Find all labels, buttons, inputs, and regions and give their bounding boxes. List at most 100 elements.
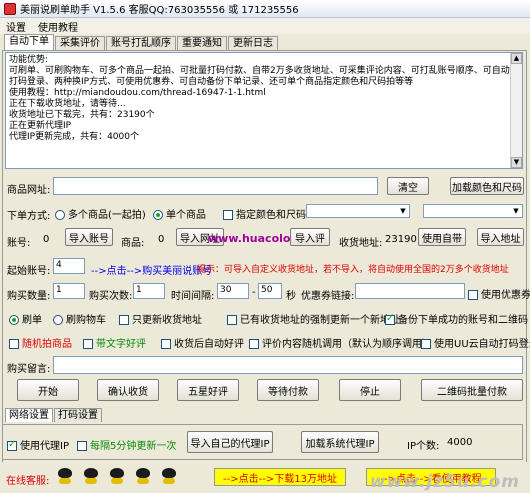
checkbox-icon — [468, 290, 478, 300]
confirm-receipt-button[interactable]: 确认收货 — [97, 379, 159, 401]
log-line: 可刷单、可刷购物车、可多个商品一起拍、可批量打码付款、自带2万多收货地址、可采集… — [9, 66, 510, 76]
quantity-label: 购买数量: — [7, 291, 51, 302]
use-builtin-address-button[interactable]: 使用自带 — [418, 228, 466, 246]
chevron-down-icon: ▼ — [510, 205, 522, 217]
start-account-label: 起始账号: — [7, 266, 51, 277]
ip-count-value: 4000 — [447, 437, 473, 448]
interval-from-input[interactable]: 30 — [217, 283, 249, 299]
network-settings-panel: 使用代理IP 每隔5分钟更新一次 导入自己的代理IP 加载系统代理IP IP个数… — [2, 424, 523, 460]
checkbox-icon — [83, 339, 93, 349]
checkbox-icon — [9, 339, 19, 349]
import-own-proxy-button[interactable]: 导入自己的代理IP — [187, 431, 273, 453]
color-size-check[interactable]: 指定颜色和尺码: — [223, 206, 309, 221]
log-line: 正在下载收货地址，请等待... — [9, 99, 126, 109]
message-label: 购买留言: — [7, 364, 51, 375]
app-icon — [4, 2, 16, 15]
checkbox-icon — [223, 210, 233, 220]
tab-changelog[interactable]: 更新日志 — [228, 36, 278, 50]
window-title: 美丽说刷单助手 V1.5.6 客服QQ:763035556 或 17123555… — [20, 5, 299, 16]
interval-label: 时间间隔: — [171, 291, 215, 302]
times-input[interactable]: 1 — [133, 283, 165, 299]
product-url-input[interactable] — [53, 177, 378, 195]
log-line: 正在更新代理IP — [9, 121, 72, 131]
log-textarea[interactable]: 功能优势: 可刷单、可刷购物车、可多个商品一起拍、可批量打码付款、自带2万多收货… — [5, 52, 523, 169]
main-tabs: 自动下单 采集评价 账号打乱顺序 重要通知 更新日志 — [4, 34, 279, 50]
log-line: 收货地址已下载完，共有：23190个 — [9, 110, 155, 120]
import-reviews-button[interactable]: 导入评 — [290, 228, 330, 246]
tab-notice[interactable]: 重要通知 — [177, 36, 227, 50]
text-review-check[interactable]: 带文字好评 — [83, 335, 146, 350]
settings-tabs: 网络设置 打码设置 — [5, 408, 103, 422]
qq-penguin-icon[interactable] — [84, 468, 98, 484]
accounts-label: 账号: — [7, 238, 31, 249]
clear-button[interactable]: 清空 — [387, 177, 429, 195]
tab-network-settings[interactable]: 网络设置 — [5, 408, 53, 422]
address-tip-text: 提示：可导入自定义收货地址，若不导入，将自动使用全国的2万多个收货地址 — [197, 265, 509, 275]
radio-cart[interactable]: 刷购物车 — [53, 311, 106, 326]
log-scrollbar[interactable]: ▲ ▼ — [510, 53, 522, 168]
scroll-down-arrow-icon[interactable]: ▼ — [511, 157, 522, 168]
auto-review-check[interactable]: 收货后自动好评 — [161, 335, 244, 350]
radio-icon — [55, 210, 65, 220]
backup-success-check[interactable]: 备份下单成功的账号和二维码 — [385, 311, 528, 326]
coupon-label: 优惠券链接: — [301, 291, 355, 302]
title-bar: 美丽说刷单助手 V1.5.6 客服QQ:763035556 或 17123555… — [0, 0, 530, 18]
uu-captcha-check[interactable]: 使用UU云自动打码登录 — [421, 335, 530, 350]
menu-tutorial[interactable]: 使用教程 — [32, 19, 84, 34]
quantity-input[interactable]: 1 — [53, 283, 85, 299]
message-input[interactable] — [53, 356, 523, 374]
random-product-check[interactable]: 随机拍商品 — [9, 335, 72, 350]
checkbox-icon — [421, 339, 431, 349]
order-mode-multi[interactable]: 多个商品(一起拍) — [55, 206, 146, 221]
five-star-review-button[interactable]: 五星好评 — [177, 379, 239, 401]
order-mode-single[interactable]: 单个商品 — [153, 206, 206, 221]
checkbox-icon — [119, 315, 129, 325]
download-addresses-link[interactable]: -->点击-->下载13万地址 — [214, 468, 346, 486]
checkbox-icon — [249, 339, 259, 349]
checkbox-icon — [161, 339, 171, 349]
stop-button[interactable]: 停止 — [339, 379, 401, 401]
qr-batch-pay-button[interactable]: 二维码批量付款 — [421, 379, 523, 401]
use-proxy-check[interactable]: 使用代理IP — [7, 437, 69, 452]
random-review-check[interactable]: 评价内容随机调用（默认为顺序调用） — [249, 335, 432, 350]
import-address-button[interactable]: 导入地址 — [477, 228, 524, 246]
accounts-count: 0 — [43, 234, 50, 245]
coupon-input[interactable] — [355, 283, 465, 299]
force-new-address-check[interactable]: 已有收货地址的强制更新一个新地址 — [227, 311, 400, 326]
use-coupon-check[interactable]: 使用优惠券 — [468, 286, 530, 301]
qq-penguin-icon[interactable] — [58, 468, 72, 484]
load-color-size-button[interactable]: 加载颜色和尺码 — [450, 177, 524, 195]
products-label: 商品: — [121, 238, 145, 249]
tab-shuffle-accounts[interactable]: 账号打乱顺序 — [106, 36, 176, 50]
order-mode-label: 下单方式: — [7, 211, 51, 222]
buy-accounts-link[interactable]: -->点击-->购买美丽说账号 — [91, 262, 212, 277]
log-line: 打码登录、两种换IP方式、可使用优惠券、可自动备份下单记录、还可单个商品指定颜色… — [9, 77, 414, 87]
radio-order[interactable]: 刷单 — [9, 311, 42, 326]
await-payment-button[interactable]: 等待付款 — [257, 379, 319, 401]
qq-penguin-icon[interactable] — [136, 468, 150, 484]
menu-settings[interactable]: 设置 — [0, 19, 32, 34]
start-button[interactable]: 开始 — [17, 379, 79, 401]
tab-auto-order[interactable]: 自动下单 — [4, 34, 54, 50]
radio-selected-icon — [9, 315, 19, 325]
log-line: 使用教程：http://miandoudou.com/thread-16947-… — [9, 88, 266, 98]
log-line: 代理IP更新完成，共有：4000个 — [9, 132, 139, 142]
seconds-label: 秒 — [286, 291, 296, 302]
tab-captcha-settings[interactable]: 打码设置 — [54, 408, 102, 422]
color-select[interactable]: ▼ — [306, 204, 410, 218]
size-select[interactable]: ▼ — [423, 204, 523, 218]
qq-penguin-icon[interactable] — [162, 468, 176, 484]
load-system-proxy-button[interactable]: 加载系统代理IP — [301, 431, 379, 453]
interval-to-input[interactable]: 50 — [258, 283, 282, 299]
only-update-address-check[interactable]: 只更新收货地址 — [119, 311, 202, 326]
refresh-proxy-check[interactable]: 每隔5分钟更新一次 — [77, 437, 176, 452]
address-label: 收货地址: — [339, 238, 383, 249]
scroll-up-arrow-icon[interactable]: ▲ — [511, 53, 522, 64]
menu-bar: 设置 使用教程 — [0, 18, 530, 34]
tab-collect-reviews[interactable]: 采集评价 — [55, 36, 105, 50]
start-account-input[interactable]: 4 — [53, 258, 85, 274]
qq-penguin-icon[interactable] — [110, 468, 124, 484]
chevron-down-icon: ▼ — [397, 205, 409, 217]
times-label: 购买次数: — [89, 291, 133, 302]
import-accounts-button[interactable]: 导入账号 — [65, 228, 113, 246]
